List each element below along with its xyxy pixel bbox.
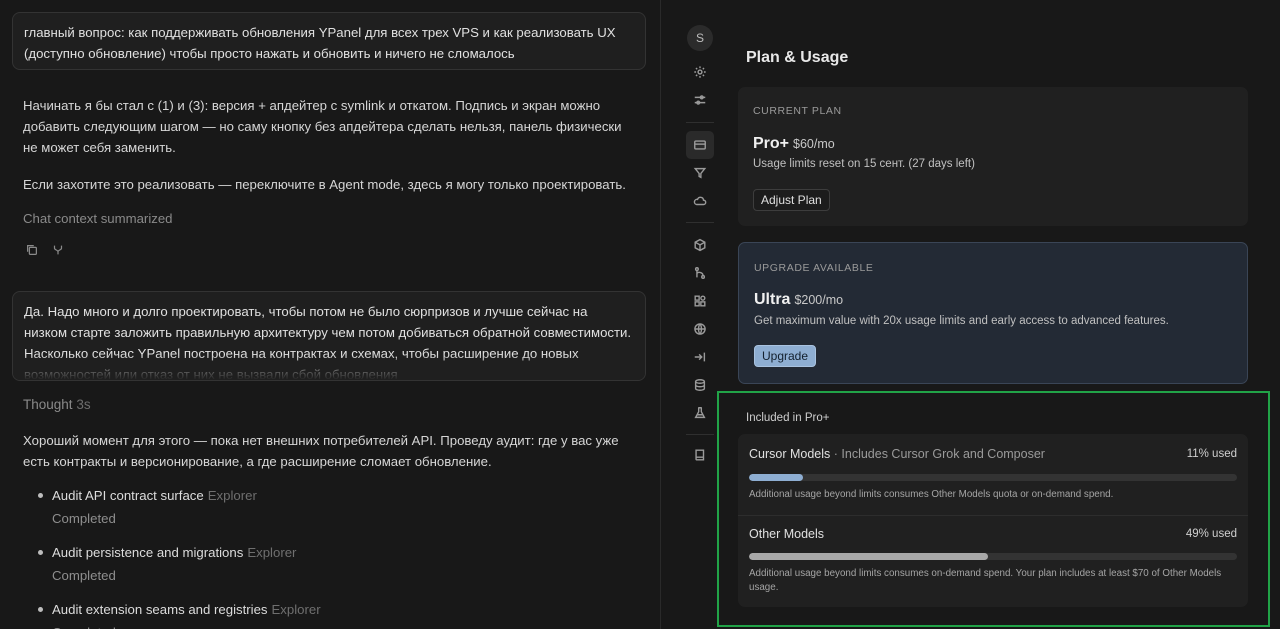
assistant-paragraph: Начинать я бы стал с (1) и (3): версия +… [23,98,622,155]
nav-preferences[interactable] [686,86,714,114]
filter-icon [693,167,707,179]
cube-icon [694,238,706,252]
divider [686,434,714,435]
settings-nav-rail: S [678,0,722,629]
divider [686,122,714,123]
user-message[interactable]: Да. Надо много и долго проектировать, чт… [12,291,646,381]
task-agent: Explorer [247,545,297,560]
chat-pane: главный вопрос: как поддерживать обновле… [0,0,660,629]
arrow-to-line-icon [694,352,706,362]
upgrade-description: Get maximum value with 20x usage limits … [754,315,1169,327]
task-title: Audit extension seams and registries [52,602,268,617]
usage-name-text: Cursor Models [749,447,831,461]
nav-import[interactable] [686,343,714,371]
task-agent: Explorer [271,602,321,617]
task-title: Audit persistence and migrations [52,545,244,560]
assistant-paragraph: Если захотите это реализовать — переключ… [23,177,626,192]
divider [686,222,714,223]
thought-indicator[interactable]: Thought 3s [23,397,91,412]
plan-name: Pro+ $60/mo [753,135,835,153]
usage-progress-fill [749,553,989,560]
usage-card: Cursor Models · Includes Cursor Grok and… [738,434,1248,607]
assistant-paragraph: Хороший момент для этого — пока нет внеш… [23,433,619,469]
task-item[interactable]: Audit extension seams and registries Expl… [38,598,321,629]
gear-icon [694,66,706,78]
text-fade [13,354,645,380]
upgrade-button[interactable]: Upgrade [754,345,817,367]
usage-subtitle: · Includes Cursor Grok and Composer [830,447,1045,461]
apps-icon [694,295,706,307]
nav-storage[interactable] [686,371,714,399]
book-icon [695,449,705,461]
nav-network[interactable] [686,315,714,343]
usage-progress-fill [749,474,803,481]
thought-duration: 3s [76,397,91,412]
usage-percent: 11% used [1186,448,1237,460]
plan-name-text: Pro+ [753,135,790,152]
nav-git[interactable] [686,259,714,287]
usage-progress-bar [749,553,1237,560]
task-item[interactable]: Audit persistence and migrations Explorer… [38,541,296,587]
usage-percent: 49% used [1185,528,1237,540]
current-plan-card: CURRENT PLAN Pro+ $60/mo Usage limits res… [738,87,1248,226]
nav-cloud[interactable] [686,187,714,215]
current-plan-label: CURRENT PLAN [753,105,842,117]
nav-rules[interactable] [686,159,714,187]
sliders-icon [694,95,706,105]
pane-divider[interactable] [660,0,661,629]
message-actions [25,243,65,257]
database-icon [694,379,706,391]
upgrade-card: UPGRADE AVAILABLE Ultra $200/mo Get maxim… [738,242,1248,384]
task-agent: Explorer [207,488,257,503]
usage-progress-bar [749,474,1237,481]
bullet [38,493,43,498]
adjust-plan-button[interactable]: Adjust Plan [753,189,830,211]
nav-plan-usage[interactable] [686,131,714,159]
upgrade-label: UPGRADE AVAILABLE [754,262,874,274]
task-title: Audit API contract surface [52,488,204,503]
usage-reset-info: Usage limits reset on 15 сент. (27 days … [753,158,975,170]
user-message-text: главный вопрос: как поддерживать обновле… [24,25,616,61]
plan-price: $60/mo [793,137,835,151]
task-status: Completed [52,568,116,583]
nav-docs[interactable] [686,441,714,469]
plan-name: Ultra $200/mo [754,291,843,309]
git-icon [694,267,706,279]
divider [738,515,1248,516]
nav-general[interactable] [686,58,714,86]
task-item[interactable]: Audit API contract surface Explorer Compl… [38,484,257,530]
user-message[interactable]: главный вопрос: как поддерживать обновле… [12,12,646,70]
cloud-icon [693,196,707,206]
usage-name-text: Other Models [749,527,825,541]
billing-icon [694,140,706,150]
page-title: Plan & Usage [746,49,849,66]
plan-name-text: Ultra [754,291,791,308]
copy-icon[interactable] [25,243,39,257]
usage-note: Additional usage beyond limits consumes … [749,489,1114,500]
nav-models[interactable] [686,231,714,259]
nav-beta[interactable] [686,399,714,427]
thought-label: Thought [23,397,73,412]
fork-icon[interactable] [51,243,65,257]
task-status: Completed [52,511,116,526]
task-status: Completed [52,621,321,629]
bullet [38,550,43,555]
usage-name: Cursor Models · Includes Cursor Grok and… [749,447,1045,461]
plan-price: $200/mo [794,293,844,307]
nav-integrations[interactable] [686,287,714,315]
usage-name: Other Models [749,527,824,541]
included-label: Included in Pro+ [746,412,830,424]
avatar[interactable]: S [687,25,713,51]
beaker-icon [694,407,706,419]
usage-note: Additional usage beyond limits consumes … [749,568,1222,593]
bullet [38,607,43,612]
globe-icon [694,323,706,335]
context-summary-note: Chat context summarized [23,211,173,226]
